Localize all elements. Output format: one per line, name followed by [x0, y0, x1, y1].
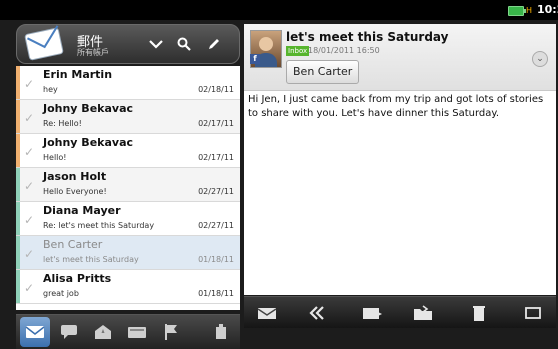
search-icon[interactable]: [173, 33, 195, 55]
message-header: f let's meet this Saturday Inbox 18/01/2…: [244, 24, 556, 91]
message-subject: Hello Everyone!: [43, 187, 107, 196]
message-date: 01/18/11: [198, 255, 234, 264]
list-item[interactable]: ✓ Erin Martin hey 02/18/11: [16, 66, 240, 100]
header-account[interactable]: 所有帳戶: [77, 47, 109, 58]
mail-header: 郵件 所有帳戶: [16, 24, 240, 64]
message-title: let's meet this Saturday: [286, 30, 449, 44]
checkmark-icon[interactable]: ✓: [24, 111, 34, 125]
mark-read-icon[interactable]: [254, 300, 280, 326]
message-date: 02/17/11: [198, 153, 234, 162]
checkmark-icon[interactable]: ✓: [24, 179, 34, 193]
message-detail-panel: f let's meet this Saturday Inbox 18/01/2…: [244, 22, 556, 328]
status-clock: 10:2: [537, 3, 558, 16]
fullscreen-icon[interactable]: [520, 300, 546, 326]
list-item[interactable]: ✓ Diana Mayer Re: let's meet this Saturd…: [16, 202, 240, 236]
message-subject: let's meet this Saturday: [43, 255, 139, 264]
facebook-icon: f: [250, 54, 260, 64]
message-action-bar: [244, 296, 556, 328]
checkmark-icon[interactable]: ✓: [24, 213, 34, 227]
status-bar: H 10:2: [0, 0, 558, 20]
folder-badge: Inbox: [286, 46, 310, 56]
checkmark-icon[interactable]: ✓: [24, 281, 34, 295]
list-item[interactable]: ✓ Johny Bekavac Re: Hello! 02/17/11: [16, 100, 240, 134]
sender-name: Diana Mayer: [43, 204, 121, 217]
chevron-down-icon[interactable]: [145, 33, 167, 55]
trash-icon[interactable]: [466, 300, 492, 326]
tab-flagged-icon[interactable]: [156, 317, 186, 347]
message-subject: Re: Hello!: [43, 119, 82, 128]
list-item[interactable]: ✓ Jason Holt Hello Everyone! 02/27/11: [16, 168, 240, 202]
compose-pencil-icon[interactable]: [203, 33, 225, 55]
message-subject: hey: [43, 85, 58, 94]
message-list: ✓ Erin Martin hey 02/18/11 ✓ Johny Bekav…: [16, 66, 240, 310]
message-date: 01/18/11: [198, 289, 234, 298]
message-body: Hi Jen, I just came back from my trip an…: [244, 91, 556, 295]
tab-unread-icon[interactable]: [122, 317, 152, 347]
priority-flag: [16, 236, 20, 269]
priority-flag: [16, 270, 20, 303]
checkmark-icon[interactable]: ✓: [24, 247, 34, 261]
move-to-folder-icon[interactable]: [410, 300, 436, 326]
checkmark-icon[interactable]: ✓: [24, 77, 34, 91]
checkmark-icon[interactable]: ✓: [24, 145, 34, 159]
message-timestamp: 18/01/2011 16:50: [308, 46, 380, 55]
message-subject: Hello!: [43, 153, 67, 162]
sender-name: Johny Bekavac: [43, 102, 134, 115]
tab-conversations-icon[interactable]: [54, 317, 84, 347]
signal-indicator: H: [526, 6, 533, 15]
sender-name: Ben Carter: [43, 238, 103, 251]
reply-all-icon[interactable]: [306, 300, 332, 326]
priority-flag: [16, 168, 20, 201]
message-list-panel: 郵件 所有帳戶 ✓ Erin Martin hey 02/18/11 ✓ Joh…: [10, 22, 240, 349]
sender-name: Alisa Pritts: [43, 272, 112, 285]
sender-name: Erin Martin: [43, 68, 113, 81]
sender-button[interactable]: Ben Carter: [286, 60, 360, 84]
message-date: 02/18/11: [198, 85, 234, 94]
tab-inbox-icon[interactable]: [20, 317, 50, 347]
forward-mail-icon[interactable]: [360, 300, 386, 326]
priority-flag: [16, 66, 20, 99]
battery-icon: [508, 6, 526, 16]
tab-more-icon[interactable]: [206, 317, 236, 347]
list-item[interactable]: ✓ Alisa Pritts great job 01/18/11: [16, 270, 240, 304]
list-item[interactable]: ✓ Ben Carter let's meet this Saturday 01…: [16, 236, 240, 270]
message-date: 02/17/11: [198, 119, 234, 128]
priority-flag: [16, 202, 20, 235]
folder-tab-bar: [16, 314, 240, 349]
list-item[interactable]: ✓ Johny Bekavac Hello! 02/17/11: [16, 134, 240, 168]
message-subject: Re: let's meet this Saturday: [43, 221, 155, 230]
tab-favorites-icon[interactable]: [88, 317, 118, 347]
sender-name: Jason Holt: [43, 170, 107, 183]
priority-flag: [16, 134, 20, 167]
mail-envelope-icon: [23, 23, 67, 63]
message-date: 02/27/11: [198, 221, 234, 230]
priority-flag: [16, 100, 20, 133]
expand-chevron-icon[interactable]: ⌄: [532, 51, 548, 67]
sender-name: Johny Bekavac: [43, 136, 134, 149]
message-subject: great job: [43, 289, 79, 298]
message-date: 02/27/11: [198, 187, 234, 196]
